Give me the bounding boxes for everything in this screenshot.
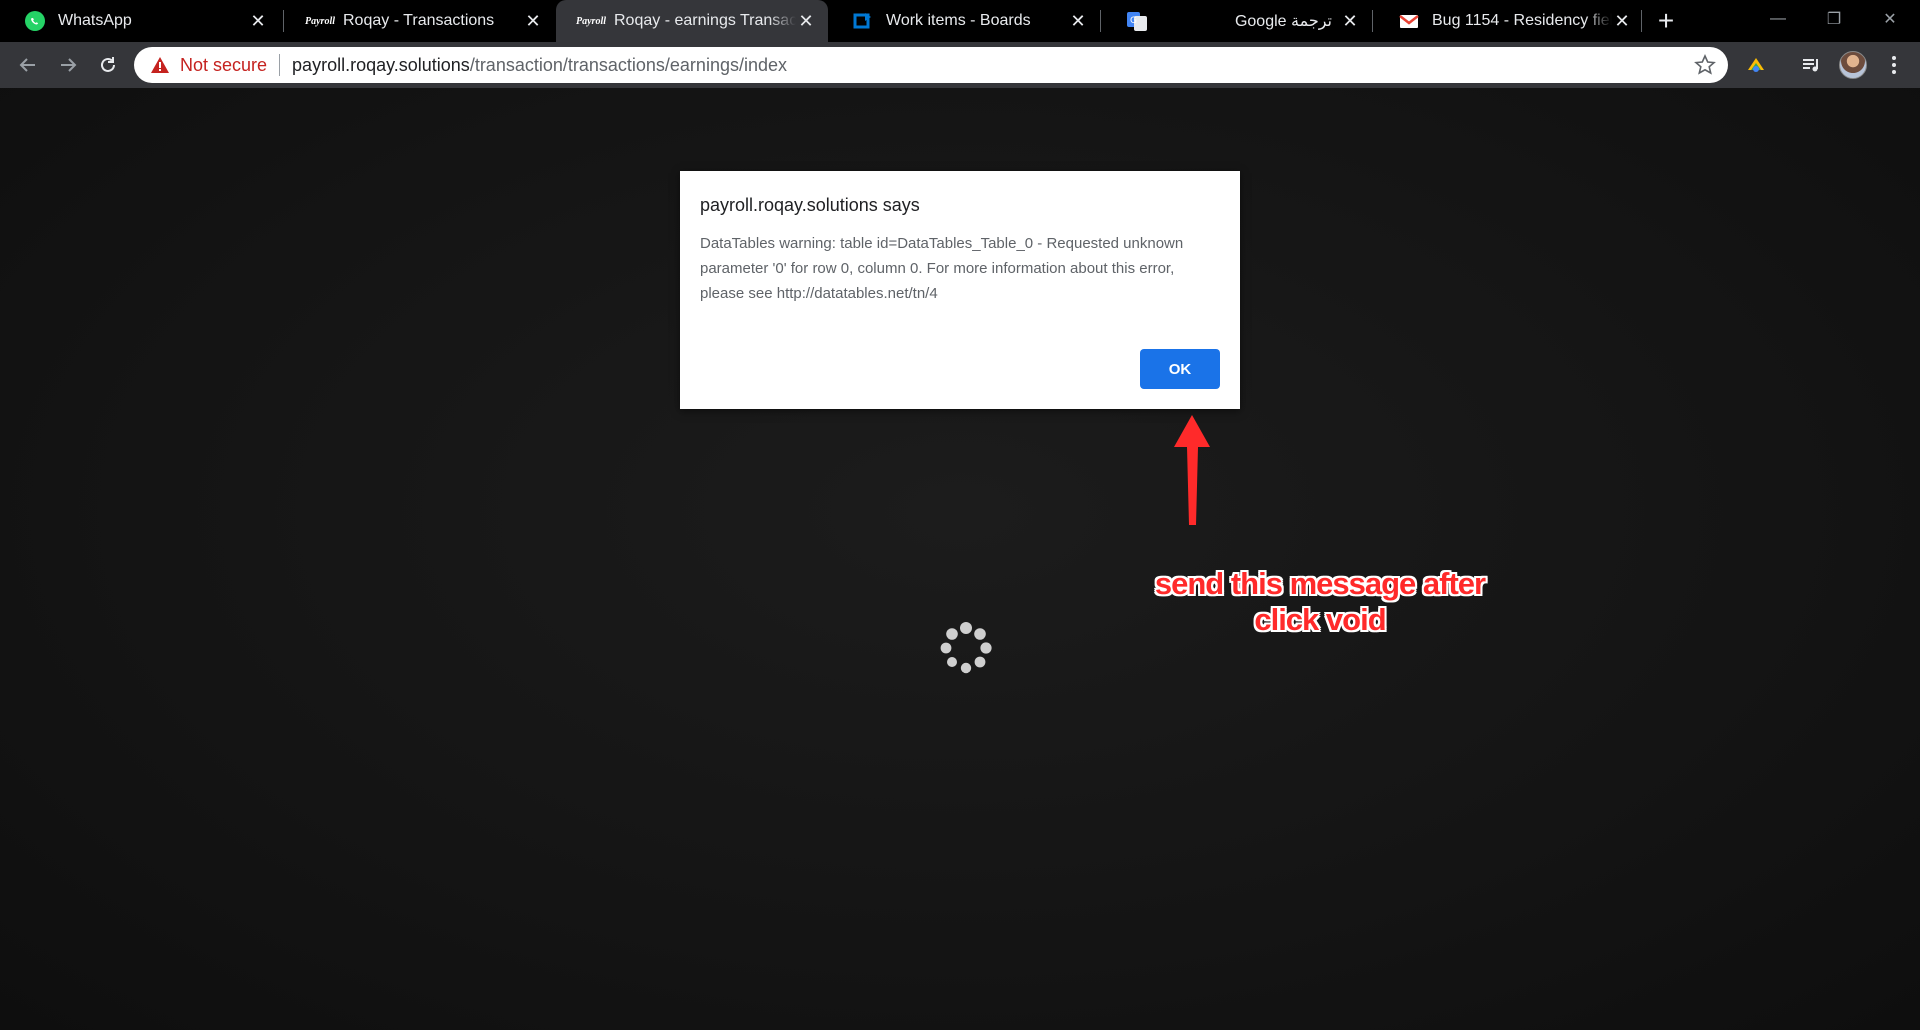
ok-button[interactable]: OK xyxy=(1140,349,1220,389)
annotation-arrow-icon xyxy=(1174,415,1210,525)
tab-roqay-transactions[interactable]: Payroll Roqay - Transactions ✕ xyxy=(285,0,555,42)
tab-roqay-earnings[interactable]: Payroll Roqay - earnings Transactions ✕ xyxy=(556,0,828,42)
dialog-message: DataTables warning: table id=DataTables_… xyxy=(700,235,1184,302)
tab-title: Google ترجمة xyxy=(1234,13,1332,30)
tab-whatsapp[interactable]: WhatsApp ✕ xyxy=(0,0,280,42)
url-host: payroll.roqay.solutions xyxy=(292,54,470,75)
azure-boards-icon xyxy=(852,10,874,32)
tab-work-items-boards[interactable]: Work items - Boards ✕ xyxy=(828,0,1100,42)
whatsapp-icon xyxy=(24,10,46,32)
profile-avatar[interactable] xyxy=(1839,51,1867,79)
reload-button[interactable] xyxy=(92,49,124,81)
restore-icon[interactable]: ❐ xyxy=(1806,0,1862,38)
tab-google-translate[interactable]: G Google ترجمة ✕ xyxy=(1102,0,1372,42)
payroll-icon: Payroll xyxy=(305,15,335,27)
close-icon[interactable]: ✕ xyxy=(523,11,543,31)
annotation-text: send this message after click void xyxy=(1100,566,1540,638)
svg-text:G: G xyxy=(1130,16,1137,26)
bookmark-star-icon[interactable] xyxy=(1694,54,1716,76)
close-icon[interactable]: ✕ xyxy=(1068,11,1088,31)
close-icon[interactable]: ✕ xyxy=(796,11,816,31)
tab-title: WhatsApp xyxy=(58,12,132,29)
annotation-line-2: click void xyxy=(1254,602,1386,637)
minimize-icon[interactable]: — xyxy=(1750,0,1806,38)
back-arrow-icon xyxy=(19,58,35,72)
page-viewport: payroll.roqay.solutions says DataTables … xyxy=(0,88,1920,1030)
gmail-icon xyxy=(1398,10,1420,32)
menu-kebab-icon[interactable] xyxy=(1880,51,1908,79)
loading-spinner-icon xyxy=(940,622,992,674)
reload-icon xyxy=(101,57,115,72)
tab-title: Work items - Boards xyxy=(886,12,1031,29)
google-translate-icon: G xyxy=(1126,10,1148,32)
tab-separator xyxy=(1372,10,1373,32)
warning-triangle-icon xyxy=(151,57,169,73)
address-bar[interactable]: Not secure payroll.roqay.solutions/trans… xyxy=(134,47,1728,83)
close-icon[interactable]: ✕ xyxy=(248,11,268,31)
tab-separator xyxy=(1100,10,1101,32)
tab-title: Bug 1154 - Residency fields w xyxy=(1432,12,1612,29)
media-queue-icon[interactable] xyxy=(1797,51,1825,79)
security-label[interactable]: Not secure xyxy=(180,55,267,76)
dialog-title: payroll.roqay.solutions says xyxy=(700,195,920,215)
browser-toolbar: Not secure payroll.roqay.solutions/trans… xyxy=(0,42,1920,88)
tab-gmail-bug-1154[interactable]: Bug 1154 - Residency fields w ✕ xyxy=(1374,0,1644,42)
new-tab-button[interactable]: + xyxy=(1652,7,1680,35)
alert-dialog: payroll.roqay.solutions says DataTables … xyxy=(680,171,1240,409)
close-icon[interactable]: ✕ xyxy=(1612,11,1632,31)
forward-arrow-icon xyxy=(61,58,77,72)
tab-separator xyxy=(1641,10,1642,32)
tab-strip: WhatsApp ✕ Payroll Roqay - Transactions … xyxy=(0,0,1920,42)
annotation-line-1: send this message after xyxy=(1154,566,1486,601)
url-path: /transaction/transactions/earnings/index xyxy=(469,54,787,75)
back-button[interactable] xyxy=(12,49,44,81)
extension-icon[interactable] xyxy=(1742,51,1770,79)
close-window-icon[interactable]: ✕ xyxy=(1862,0,1918,38)
payroll-icon: Payroll xyxy=(576,15,606,27)
tab-title: Roqay - Transactions xyxy=(343,12,495,29)
address-divider xyxy=(279,54,281,76)
forward-button[interactable] xyxy=(52,49,84,81)
close-icon[interactable]: ✕ xyxy=(1340,11,1360,31)
tab-separator xyxy=(283,10,284,32)
tab-title: Roqay - earnings Transactions xyxy=(614,12,796,29)
